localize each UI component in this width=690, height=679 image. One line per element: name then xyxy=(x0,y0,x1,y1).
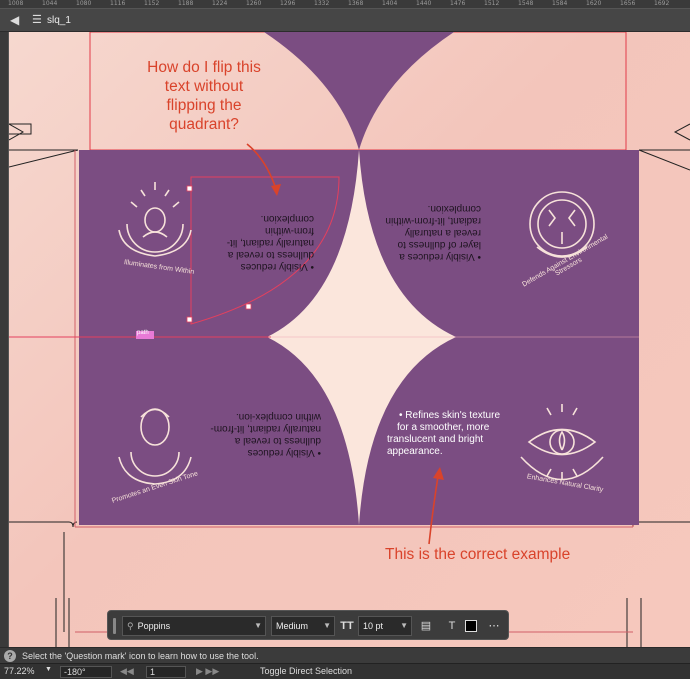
ruler-tick-label: 1080 xyxy=(76,0,92,7)
ruler-tick-label: 1620 xyxy=(586,0,602,7)
bullet-text-bottom-right[interactable]: • Refines skin's texture for a smoother,… xyxy=(387,410,527,458)
bullet-line: translucent and bright xyxy=(387,434,484,445)
first-artboard-icon[interactable]: ◀◀ xyxy=(120,666,134,677)
ruler-tick-label: 1188 xyxy=(178,0,194,7)
search-icon: ⚲ xyxy=(127,621,134,631)
ruler-tick-label: 1404 xyxy=(382,0,398,7)
question-annotation: How do I flip this text without flipping… xyxy=(119,58,289,134)
more-options-icon[interactable]: ⋯ xyxy=(486,617,502,635)
ruler-tick-label: 1116 xyxy=(110,0,126,7)
paragraph-icon[interactable]: ▤ xyxy=(418,617,434,635)
question-line: text without xyxy=(164,78,244,95)
ruler-tick-label: 1548 xyxy=(518,0,534,7)
fill-color-chip xyxy=(465,620,477,632)
ruler-tick-label: 1440 xyxy=(416,0,432,7)
font-weight-field[interactable]: Medium ▼ xyxy=(271,616,335,636)
correct-annotation: This is the correct example xyxy=(385,546,571,563)
help-text: Select the 'Question mark' icon to learn… xyxy=(22,651,259,661)
ruler-tick-label: 1656 xyxy=(620,0,636,7)
font-family-field[interactable]: ⚲ Poppins ▼ xyxy=(122,616,266,636)
ruler-tick-label: 1368 xyxy=(348,0,364,7)
bullet-line: for a smoother, more xyxy=(397,422,490,433)
top-arch-shape xyxy=(264,32,454,150)
contextual-task-bar: ⚲ Poppins ▼ Medium ▼ TT 10 pt ▼ ▤ T ⋯ xyxy=(107,610,509,640)
next-artboard-icon[interactable]: ▶ ▶▶ xyxy=(196,666,219,677)
bullet-line: • Refines skin's texture xyxy=(399,410,501,421)
toggle-direct-selection[interactable]: Toggle Direct Selection xyxy=(260,666,352,676)
back-arrow-icon[interactable]: ◀ xyxy=(10,13,24,27)
ruler-tick-label: 1296 xyxy=(280,0,296,7)
ruler-tick-label: 1692 xyxy=(654,0,670,7)
ruler-tick-label: 1008 xyxy=(8,0,24,7)
bullet-text-top-right[interactable]: • Visibly reduces a layer of dullness to… xyxy=(381,202,481,262)
ruler-tick-label: 1332 xyxy=(314,0,330,7)
bottom-status-bar: 77.22% ▼ -180° ◀◀ 1 ▶ ▶▶ Toggle Direct S… xyxy=(0,663,690,679)
chevron-down-icon[interactable]: ▼ xyxy=(323,617,331,635)
drag-grip-icon[interactable] xyxy=(113,618,116,634)
chevron-down-icon[interactable]: ▼ xyxy=(45,666,52,673)
rotation-field[interactable]: -180° xyxy=(60,666,112,678)
document-tab-title[interactable]: slq_1 xyxy=(47,15,71,26)
ruler-tick-label: 1476 xyxy=(450,0,466,7)
zoom-level[interactable]: 77.22% xyxy=(4,666,35,676)
font-size-field[interactable]: 10 pt ▼ xyxy=(358,616,412,636)
font-weight-value: Medium xyxy=(276,621,309,631)
bullet-text-top-left[interactable]: • Visibly reduces dullness to reveal a n… xyxy=(214,212,314,272)
ruler-tick-label: 1044 xyxy=(42,0,58,7)
artboard-number-field[interactable]: 1 xyxy=(146,666,186,678)
question-line: flipping the xyxy=(166,97,242,114)
question-mark-icon[interactable]: ? xyxy=(4,650,16,662)
chevron-down-icon[interactable]: ▼ xyxy=(254,617,262,635)
help-status-bar: ? Select the 'Question mark' icon to lea… xyxy=(0,647,690,663)
question-line: quadrant? xyxy=(169,116,239,133)
ruler-tick-label: 1260 xyxy=(246,0,262,7)
path-anchor-label: path xyxy=(137,330,149,336)
ruler-tick-label: 1512 xyxy=(484,0,500,7)
font-size-value: 10 pt xyxy=(363,621,384,631)
bullet-text-bottom-left[interactable]: • Visibly reduces dullness to reveal a n… xyxy=(209,410,321,458)
bullet-line: appearance. xyxy=(387,446,443,457)
font-size-icon: TT xyxy=(340,620,354,632)
ruler-tick-label: 1152 xyxy=(144,0,160,7)
text-frame-icon[interactable]: T xyxy=(444,617,460,635)
ruler-tick-label: 1584 xyxy=(552,0,568,7)
document-tab-bar: ◀ ☰ slq_1 xyxy=(0,9,690,32)
ruler-tick-label: 1224 xyxy=(212,0,228,7)
fill-color-swatch[interactable] xyxy=(463,617,479,635)
question-line: How do I flip this xyxy=(147,59,261,76)
chevron-down-icon[interactable]: ▼ xyxy=(400,617,408,635)
font-family-value: Poppins xyxy=(137,621,171,631)
left-ruler[interactable] xyxy=(0,32,9,647)
artboard-canvas[interactable]: Illuminates from Within Defends Against … xyxy=(9,32,690,647)
layers-icon[interactable]: ☰ xyxy=(32,13,44,27)
top-ruler[interactable]: 1008 1044 1080 1116 1152 1188 1224 1260 … xyxy=(0,0,690,9)
